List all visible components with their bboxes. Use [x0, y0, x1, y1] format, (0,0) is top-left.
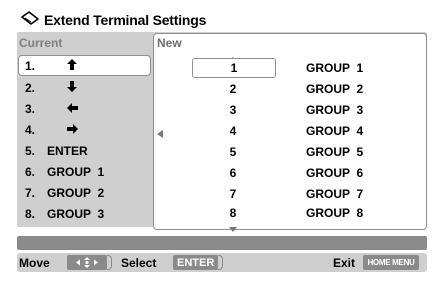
- move-label: Move: [19, 255, 50, 270]
- new-row-6[interactable]: 6 GROUP 6: [154, 162, 426, 183]
- current-item-8[interactable]: 8. GROUP 3: [19, 203, 151, 224]
- current-header: Current: [19, 36, 63, 50]
- current-item-number: 6.: [25, 164, 36, 179]
- dpad-icon: [67, 255, 107, 270]
- new-row-number: 3: [229, 102, 237, 117]
- select-label: Select: [121, 255, 157, 270]
- new-header: New: [157, 36, 182, 50]
- exit-label: Exit: [333, 255, 356, 270]
- current-item-number: 1.: [25, 58, 36, 73]
- title-bar: Extend Terminal Settings: [20, 8, 206, 32]
- new-row-group: GROUP 2: [306, 81, 364, 96]
- current-item-5[interactable]: 5. ENTER: [19, 140, 151, 161]
- exit-hint: Exit: [333, 255, 355, 270]
- arrow-left-icon: [65, 102, 79, 116]
- scroll-up-icon[interactable]: [229, 49, 237, 62]
- current-item-number: 5.: [25, 143, 36, 158]
- current-item-7[interactable]: 7. GROUP 2: [19, 182, 151, 203]
- remote-control-icon: [20, 10, 40, 31]
- scroll-down-icon[interactable]: [229, 219, 237, 232]
- new-row-number: 5: [229, 144, 237, 159]
- new-row-3[interactable]: 3 GROUP 3: [154, 99, 426, 120]
- enter-key: ENTER: [173, 255, 219, 270]
- new-row-number: 7: [229, 186, 237, 201]
- new-row-7[interactable]: 7 GROUP 7: [154, 183, 426, 204]
- new-row-number: 2: [229, 81, 237, 96]
- new-row-2[interactable]: 2 GROUP 2: [154, 78, 426, 99]
- new-row-group: GROUP 6: [306, 165, 364, 180]
- current-item-number: 7.: [25, 185, 36, 200]
- current-item-1[interactable]: 1.: [18, 55, 151, 76]
- new-row-number: 1: [192, 58, 276, 78]
- new-row-group: GROUP 1: [306, 60, 364, 75]
- current-item-label: ENTER: [47, 143, 88, 158]
- new-row-1[interactable]: 1 GROUP 1: [154, 57, 426, 78]
- exit-key: HOME MENU: [363, 255, 419, 270]
- select-hint: Select: [121, 255, 156, 270]
- select-key: ENTER: [173, 255, 224, 270]
- move-key: [67, 255, 112, 270]
- new-row-8[interactable]: 8 GROUP 8: [154, 202, 426, 223]
- current-item-number: 3.: [25, 101, 36, 116]
- new-row-5[interactable]: 5 GROUP 5: [154, 141, 426, 162]
- arrow-up-icon: [65, 58, 79, 73]
- new-row-4[interactable]: 4 GROUP 4: [154, 120, 426, 141]
- current-item-number: 4.: [25, 122, 36, 137]
- home-menu-key: HOME MENU: [363, 255, 419, 270]
- new-list-panel: New 1 GROUP 1 2 GROUP 2 3 GROUP 3 4 GROU…: [153, 33, 427, 232]
- new-row-number: 4: [229, 123, 237, 138]
- current-item-4[interactable]: 4.: [19, 119, 151, 140]
- new-row-group: GROUP 3: [306, 102, 364, 117]
- arrow-down-icon: [65, 80, 79, 95]
- current-item-label: GROUP 2: [47, 185, 105, 200]
- new-row-group: GROUP 5: [306, 144, 364, 159]
- help-bar: Move Select ENTER Exit HOME MENU: [17, 253, 427, 272]
- new-row-group: GROUP 7: [306, 186, 364, 201]
- current-item-label: GROUP 1: [47, 164, 105, 179]
- current-item-label: GROUP 3: [47, 206, 105, 221]
- arrow-right-icon: [65, 123, 79, 137]
- current-item-number: 8.: [25, 206, 36, 221]
- current-item-number: 2.: [25, 80, 36, 95]
- current-item-3[interactable]: 3.: [19, 98, 151, 119]
- new-row-group: GROUP 4: [306, 123, 364, 138]
- message-bar: [17, 236, 427, 250]
- move-hint: Move: [19, 255, 50, 270]
- new-row-number: 8: [229, 205, 237, 220]
- new-row-group: GROUP 8: [306, 205, 364, 220]
- new-row-number: 6: [229, 165, 237, 180]
- current-item-2[interactable]: 2.: [19, 77, 151, 98]
- current-column: Current 1. 2. 3. 4. 5. ENTER 6. GROUP 1 …: [17, 33, 151, 228]
- current-item-6[interactable]: 6. GROUP 1: [19, 161, 151, 182]
- page-title: Extend Terminal Settings: [44, 12, 207, 28]
